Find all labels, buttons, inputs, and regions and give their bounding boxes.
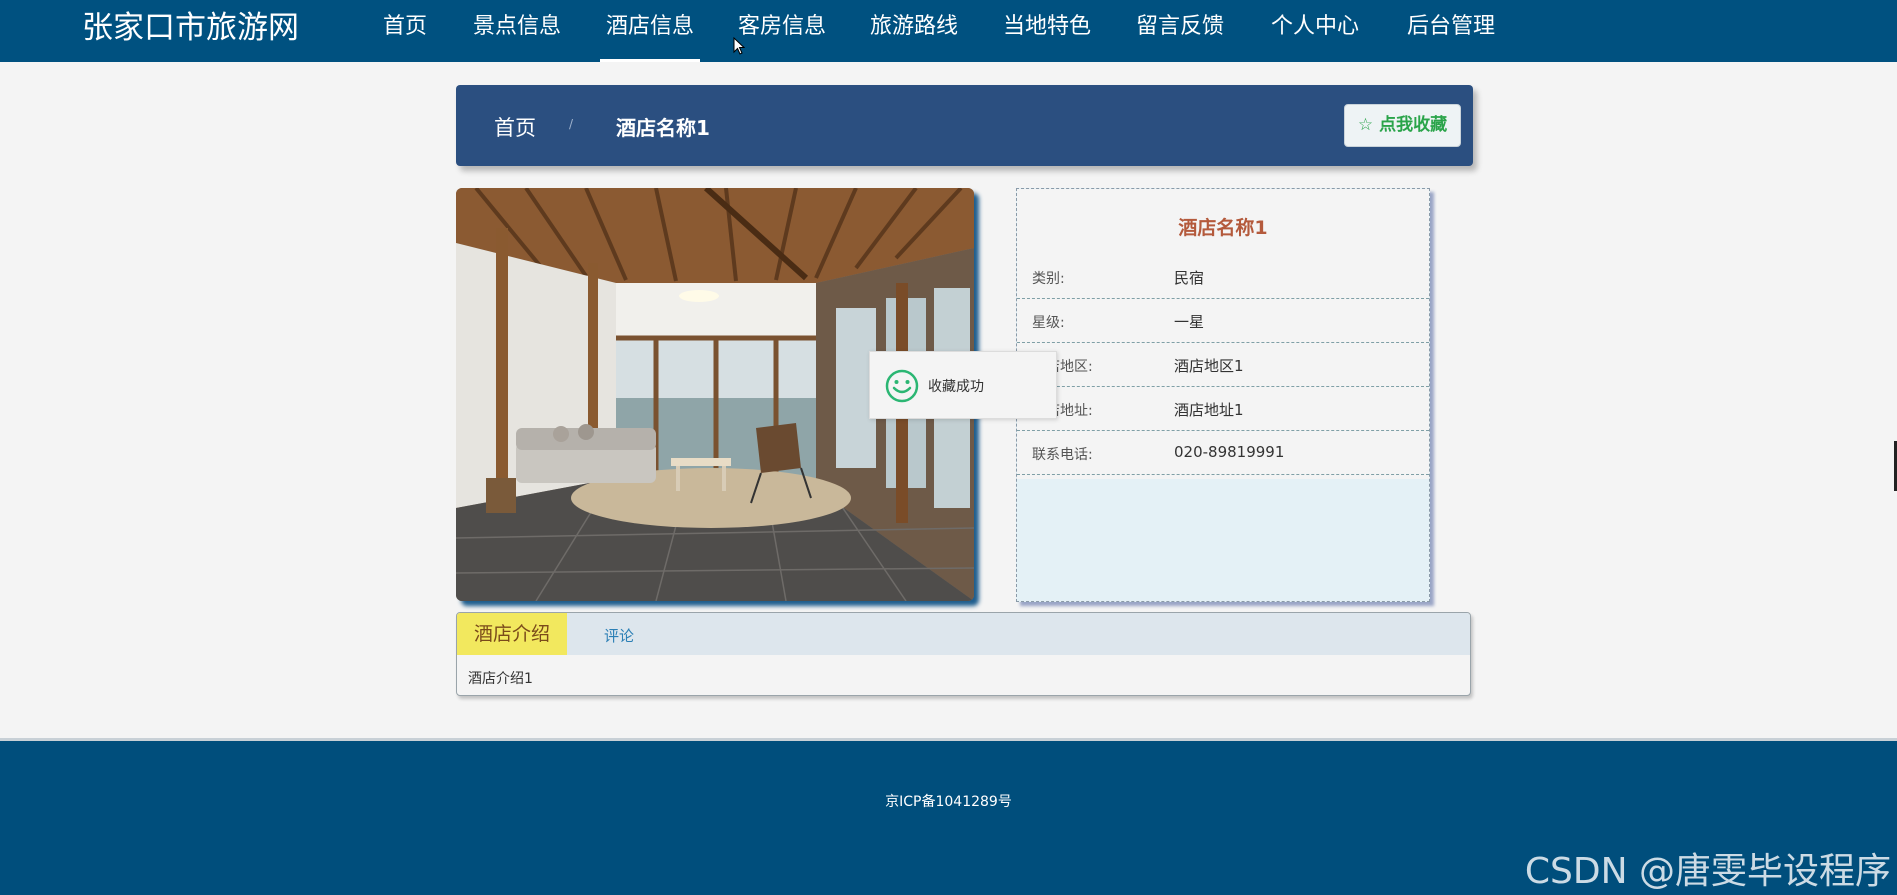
hotel-name: 酒店名称1 [1178, 217, 1268, 239]
info-label-star: 星级: [1032, 315, 1065, 331]
nav-item-rooms[interactable]: 客房信息 [738, 10, 826, 62]
toast-text: 收藏成功 [928, 379, 984, 395]
smile-icon [885, 369, 919, 403]
info-row-category: 类别: 民宿 [1017, 255, 1429, 299]
nav-item-home[interactable]: 首页 [383, 10, 427, 62]
info-value-star: 一星 [1174, 313, 1205, 331]
detail-tabs: 酒店介绍 评论 酒店介绍1 [456, 612, 1471, 696]
info-value-region: 酒店地区1 [1174, 357, 1244, 375]
footer: 京ICP备1041289号 CSDN @唐雯毕设程序 [0, 738, 1897, 895]
nav-item-hotels[interactable]: 酒店信息 [599, 10, 701, 62]
favorite-button[interactable]: ☆ 点我收藏 [1344, 104, 1461, 147]
nav-item-attractions[interactable]: 景点信息 [473, 10, 561, 62]
nav-item-local-specialties[interactable]: 当地特色 [1003, 10, 1091, 62]
breadcrumb-separator: / [569, 117, 574, 131]
info-row-region: 酒店地区: 酒店地区1 [1017, 343, 1429, 387]
info-label-category: 类别: [1032, 271, 1065, 287]
tab-content-text: 酒店介绍1 [468, 671, 533, 687]
site-title[interactable]: 张家口市旅游网 [82, 8, 299, 48]
info-value-phone: 020-89819991 [1174, 443, 1285, 461]
breadcrumb: 首页 / 酒店名称1 ☆ 点我收藏 [456, 85, 1473, 166]
info-value-category: 民宿 [1174, 269, 1205, 287]
breadcrumb-current: 酒店名称1 [616, 116, 710, 140]
breadcrumb-home-link[interactable]: 首页 [494, 112, 536, 142]
tab-comments[interactable]: 评论 [604, 625, 634, 646]
info-row-star: 星级: 一星 [1017, 299, 1429, 343]
info-row-phone: 联系电话: 020-89819991 [1017, 431, 1429, 475]
nav-item-feedback[interactable]: 留言反馈 [1136, 10, 1224, 62]
tabs-header: 酒店介绍 评论 [457, 613, 1470, 655]
nav-item-user-center[interactable]: 个人中心 [1271, 10, 1359, 62]
tab-hotel-intro[interactable]: 酒店介绍 [457, 613, 567, 655]
toast-message: 收藏成功 [869, 351, 1057, 419]
info-row-address: 酒店地址: 酒店地址1 [1017, 387, 1429, 431]
top-nav-bar: 张家口市旅游网 首页 景点信息 酒店信息 客房信息 旅游路线 当地特色 留言反馈… [0, 0, 1897, 62]
nav-item-admin[interactable]: 后台管理 [1407, 10, 1495, 62]
info-value-address: 酒店地址1 [1174, 401, 1244, 419]
hotel-info-panel: 酒店名称1 类别: 民宿 星级: 一星 酒店地区: 酒店地区1 酒店地址: 酒店… [1016, 188, 1430, 602]
watermark-text: CSDN @唐雯毕设程序 [1524, 851, 1891, 892]
info-label-phone: 联系电话: [1032, 447, 1093, 463]
footer-icp: 京ICP备1041289号 [885, 794, 1012, 810]
nav-item-routes[interactable]: 旅游路线 [870, 10, 958, 62]
mouse-cursor-icon [733, 37, 745, 55]
